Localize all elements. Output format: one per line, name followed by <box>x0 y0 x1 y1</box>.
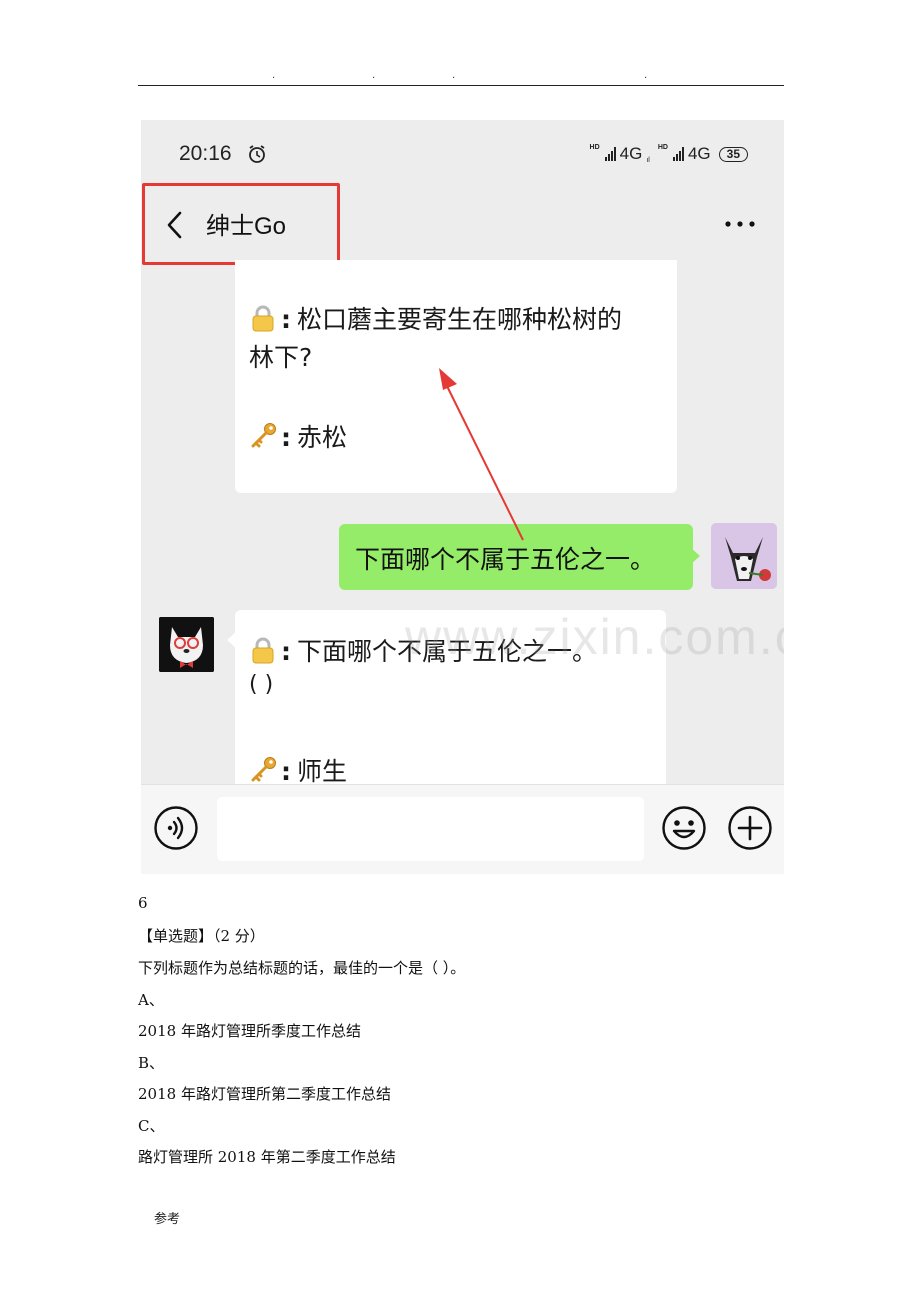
answer-text: 师生 <box>297 757 348 786</box>
status-time: 20:16 <box>179 142 232 165</box>
dog-avatar-image <box>159 617 214 672</box>
question-line: : 松口蘑主要寄生在哪种松树的 <box>249 300 622 336</box>
page-footer: 参考 <box>154 1212 181 1227</box>
header-dot: . <box>272 70 276 81</box>
voice-icon[interactable] <box>153 805 199 851</box>
question-text: 松口蘑主要寄生在哪种松树的 <box>297 305 623 334</box>
annotation-highlight-box <box>142 183 340 265</box>
answer-line: : 师生 <box>249 752 347 788</box>
annotation-arrow-icon <box>439 368 524 541</box>
plus-icon[interactable] <box>727 805 773 851</box>
option-text: 2018 年路灯管理所季度工作总结 <box>138 1022 361 1040</box>
network-label: 4G <box>619 144 643 163</box>
watermark: www.zixin.com.cn <box>405 609 784 665</box>
question-line-2: ( ) <box>249 672 274 697</box>
bubble-tail <box>691 548 700 564</box>
alarm-clock-icon <box>249 145 265 163</box>
status-indicators: HD 4G ıl HD 4G 35 <box>590 144 748 164</box>
key-icon <box>251 757 276 782</box>
signal-icon <box>604 147 616 161</box>
question-text: 下列标题作为总结标题的话，最佳的一个是（ ）。 <box>138 959 466 977</box>
answer-text: 赤松 <box>297 423 348 452</box>
network-suffix: ıl <box>646 157 650 164</box>
network-label: 4G <box>687 144 711 163</box>
header-dot: . <box>372 70 376 81</box>
message-input[interactable] <box>217 797 644 861</box>
option-text: 路灯管理所 2018 年第二季度工作总结 <box>138 1148 396 1166</box>
header-dot: . <box>644 70 648 81</box>
key-icon <box>251 423 276 448</box>
husky-avatar-image <box>711 523 777 589</box>
phone-screenshot: 20:16 HD 4G ıl HD 4G 35 绅士Go : 松口蘑主要寄生在哪种… <box>141 120 784 874</box>
more-horizontal-icon[interactable] <box>724 220 756 228</box>
option-label: C、 <box>138 1117 165 1135</box>
option-label: B、 <box>138 1054 165 1072</box>
page-header-rule: . . . . <box>138 62 784 86</box>
chat-input-bar <box>141 784 784 874</box>
emoji-icon[interactable] <box>661 805 707 851</box>
lock-icon <box>252 637 274 664</box>
option-text: 2018 年路灯管理所第二季度工作总结 <box>138 1085 391 1103</box>
option-label: A、 <box>138 991 164 1009</box>
signal-icon <box>672 147 684 161</box>
answer-line: : 赤松 <box>249 418 347 454</box>
question-line-2: 林下? <box>249 343 313 372</box>
bot-avatar[interactable] <box>159 617 214 672</box>
hd-label: HD <box>589 144 600 151</box>
lock-icon <box>252 305 274 332</box>
question-number: 6 <box>138 894 148 912</box>
hd-label: HD <box>657 144 668 151</box>
header-dot: . <box>452 70 456 81</box>
battery-indicator: 35 <box>718 146 748 162</box>
user-avatar[interactable] <box>711 523 777 589</box>
question-type: 【单选题】（2 分） <box>138 927 265 945</box>
